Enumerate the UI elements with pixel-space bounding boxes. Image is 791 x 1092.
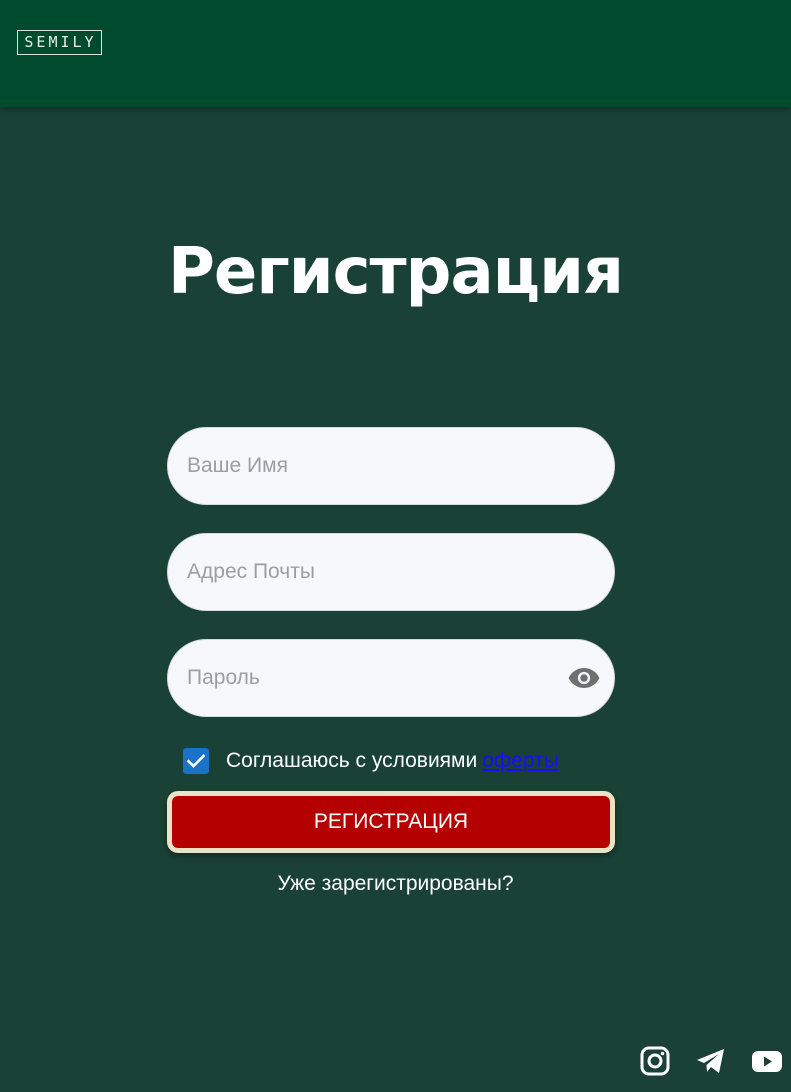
instagram-icon[interactable] [639, 1045, 671, 1077]
terms-text: Соглашаюсь с условиями [226, 749, 478, 772]
email-input[interactable] [187, 534, 567, 610]
offer-link[interactable]: оферты [482, 749, 559, 773]
semily-logo[interactable]: SEMILY [17, 30, 102, 55]
email-field-container [167, 533, 615, 611]
name-input[interactable] [187, 428, 567, 504]
youtube-icon[interactable] [751, 1045, 783, 1077]
password-field-container [167, 639, 615, 717]
eye-icon[interactable] [568, 666, 600, 690]
page-title: Регистрация [168, 235, 624, 309]
site-header: SEMILY [0, 0, 791, 107]
name-field-container [167, 427, 615, 505]
telegram-icon[interactable] [695, 1045, 727, 1077]
already-registered-link[interactable]: Уже зарегистрированы? [0, 872, 791, 896]
register-button[interactable]: РЕГИСТРАЦИЯ [167, 791, 615, 853]
checkmark-icon [187, 754, 205, 768]
password-input[interactable] [187, 640, 567, 716]
terms-checkbox[interactable] [183, 748, 209, 774]
terms-agreement: Соглашаюсь с условиями оферты [183, 746, 559, 776]
